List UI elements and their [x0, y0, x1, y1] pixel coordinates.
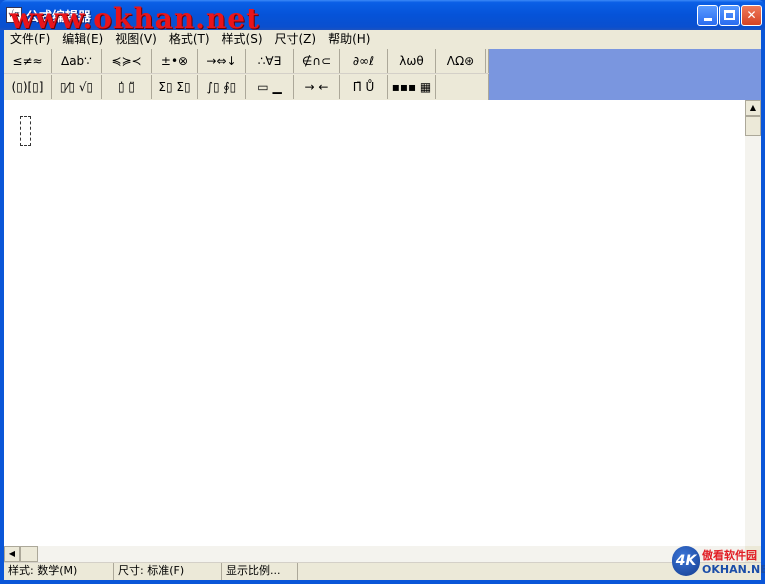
symbol-palette-row: ≤≠≈ ∆ab∵ ≼≽≺ ±•⊗ →⇔↓ ∴∀∃ ∉∩⊂ ∂∞ℓ λωθ ΛΩ⊛ [4, 49, 489, 74]
products-set-templates-button[interactable]: Π̄ Ů [340, 75, 388, 99]
menu-help[interactable]: 帮助(H) [322, 30, 376, 49]
template-palette-row: (▯)[▯] ▯⁄▯ √▯ ▯̇ ▯̈ Σ▯ Σ▯ ∫▯ ∮▯ ▭ ▁ → ← … [4, 75, 489, 100]
menu-file[interactable]: 文件(F) [4, 30, 56, 49]
summation-templates-button[interactable]: Σ▯ Σ▯ [152, 75, 198, 99]
menu-size[interactable]: 尺寸(Z) [269, 30, 323, 49]
set-theory-symbols-button[interactable]: ∉∩⊂ [294, 49, 340, 73]
close-button[interactable]: ✕ [741, 5, 762, 26]
equation-editor-window: √α 公式编辑器 www.okhan.net ✕ 文件(F) 编辑(E) 视图(… [0, 0, 765, 584]
horizontal-scrollbar[interactable]: ◀ [4, 546, 745, 562]
logo-en-text: OKHAN.NET [702, 563, 765, 576]
matrix-templates-button[interactable]: ▪▪▪ ▦ [388, 75, 436, 99]
scroll-up-icon[interactable]: ▲ [745, 100, 761, 116]
underbar-overbar-templates-button[interactable]: ▭ ▁ [246, 75, 294, 99]
spaces-ellipses-button[interactable]: ∆ab∵ [52, 49, 102, 73]
greek-lowercase-button[interactable]: λωθ [388, 49, 436, 73]
empty-slot-placeholder[interactable] [20, 116, 31, 146]
vertical-scroll-thumb[interactable] [745, 116, 761, 136]
misc-symbols-button[interactable]: ∂∞ℓ [340, 49, 388, 73]
toolbar-area: ≤≠≈ ∆ab∵ ≼≽≺ ±•⊗ →⇔↓ ∴∀∃ ∉∩⊂ ∂∞ℓ λωθ ΛΩ⊛… [4, 49, 761, 100]
status-style: 样式: 数学(M) [4, 563, 114, 580]
client-area: 文件(F) 编辑(E) 视图(V) 格式(T) 样式(S) 尺寸(Z) 帮助(H… [4, 30, 761, 580]
integral-templates-button[interactable]: ∫▯ ∮▯ [198, 75, 246, 99]
arrow-symbols-button[interactable]: →⇔↓ [198, 49, 246, 73]
greek-uppercase-button[interactable]: ΛΩ⊛ [436, 49, 486, 73]
equation-editing-area[interactable] [4, 100, 745, 546]
menu-bar: 文件(F) 编辑(E) 视图(V) 格式(T) 样式(S) 尺寸(Z) 帮助(H… [4, 30, 761, 49]
maximize-button[interactable] [719, 5, 740, 26]
scroll-left-icon[interactable]: ◀ [4, 546, 20, 562]
menu-view[interactable]: 视图(V) [109, 30, 163, 49]
operator-symbols-button[interactable]: ±•⊗ [152, 49, 198, 73]
vertical-scrollbar[interactable]: ▲ [745, 100, 761, 546]
menu-format[interactable]: 格式(T) [163, 30, 216, 49]
fraction-radical-templates-button[interactable]: ▯⁄▯ √▯ [52, 75, 102, 99]
status-bar: 样式: 数学(M) 尺寸: 标准(F) 显示比例... [4, 562, 761, 580]
title-bar[interactable]: √α 公式编辑器 www.okhan.net ✕ [0, 0, 765, 34]
fence-templates-button[interactable]: (▯)[▯] [4, 75, 52, 99]
status-zoom: 显示比例... [222, 563, 298, 580]
maximize-icon [724, 10, 735, 20]
close-icon: ✕ [746, 8, 757, 22]
labeled-arrow-templates-button[interactable]: → ← [294, 75, 340, 99]
minimize-icon [703, 18, 712, 21]
menu-edit[interactable]: 编辑(E) [56, 30, 109, 49]
status-size: 尺寸: 标准(F) [114, 563, 222, 580]
logical-symbols-button[interactable]: ∴∀∃ [246, 49, 294, 73]
relational-symbols-button[interactable]: ≤≠≈ [4, 49, 52, 73]
logo-badge-icon: 4K [672, 546, 700, 576]
menu-style[interactable]: 样式(S) [216, 30, 269, 49]
embellishments-button[interactable]: ≼≽≺ [102, 49, 152, 73]
okhan-logo: 4K 傲看软件园 OKHAN.NET [672, 546, 765, 578]
minimize-button[interactable] [697, 5, 718, 26]
horizontal-scroll-thumb[interactable] [20, 546, 38, 562]
logo-cn-text: 傲看软件园 [702, 549, 757, 562]
equation-palette: ≤≠≈ ∆ab∵ ≼≽≺ ±•⊗ →⇔↓ ∴∀∃ ∉∩⊂ ∂∞ℓ λωθ ΛΩ⊛… [4, 49, 489, 100]
subscript-superscript-templates-button[interactable]: ▯̇ ▯̈ [102, 75, 152, 99]
